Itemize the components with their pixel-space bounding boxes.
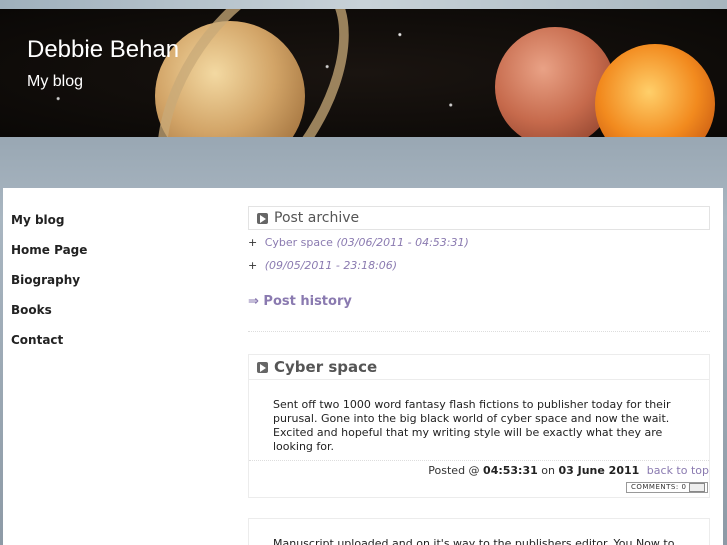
header-banner: Debbie Behan My blog	[0, 9, 727, 137]
post: Manuscript uploaded and on it's way to t…	[248, 518, 710, 545]
sun-image	[595, 44, 715, 137]
nav-biography[interactable]: Biography	[11, 268, 211, 298]
post-title[interactable]: Cyber space	[274, 358, 377, 376]
archive-date[interactable]: (03/06/2011 - 04:53:31)	[336, 236, 468, 249]
archive-date[interactable]: (09/05/2011 - 23:18:06)	[265, 259, 397, 272]
plus-icon: +	[248, 259, 258, 272]
nav-books[interactable]: Books	[11, 298, 211, 328]
sidebar-nav: My blog Home Page Biography Books Contac…	[11, 208, 211, 358]
post-time: 04:53:31	[483, 464, 538, 477]
post-header: Cyber space	[249, 355, 709, 380]
nav-home-page[interactable]: Home Page	[11, 238, 211, 268]
archive-heading: Post archive	[274, 210, 360, 226]
archive-item: + Cyber space (03/06/2011 - 04:53:31)	[248, 236, 710, 249]
post-body: Sent off two 1000 word fantasy flash fic…	[273, 398, 671, 453]
archive-item: + (09/05/2011 - 23:18:06)	[248, 259, 710, 272]
plus-icon: +	[248, 236, 258, 249]
post-date: 03 June 2011	[558, 464, 640, 477]
arrow-right-icon	[257, 361, 268, 373]
archive-header: Post archive	[248, 206, 710, 230]
content-area: My blog Home Page Biography Books Contac…	[3, 188, 723, 545]
comments-label: COMMENTS: 0	[631, 483, 687, 491]
post: Cyber space Sent off two 1000 word fanta…	[248, 354, 710, 498]
back-to-top-link[interactable]: back to top	[647, 464, 709, 477]
post-on: on	[541, 464, 555, 477]
site-title[interactable]: Debbie Behan	[27, 36, 179, 64]
post-meta: Posted @ 04:53:31 on 03 June 2011 back t…	[249, 460, 709, 480]
arrow-right-icon	[257, 212, 268, 224]
nav-contact[interactable]: Contact	[11, 328, 211, 358]
top-strip	[0, 0, 727, 9]
divider	[248, 331, 710, 332]
post-body: Manuscript uploaded and on it's way to t…	[273, 537, 675, 545]
main-column: Post archive + Cyber space (03/06/2011 -…	[248, 206, 710, 545]
mail-icon	[689, 483, 705, 492]
archive-link[interactable]: Cyber space	[265, 236, 333, 249]
site-subtitle: My blog	[27, 73, 84, 90]
posted-prefix: Posted @	[428, 464, 480, 477]
post-history-link[interactable]: ⇒ Post history	[248, 294, 710, 309]
nav-my-blog[interactable]: My blog	[11, 208, 211, 238]
comments-button[interactable]: COMMENTS: 0	[626, 482, 708, 493]
